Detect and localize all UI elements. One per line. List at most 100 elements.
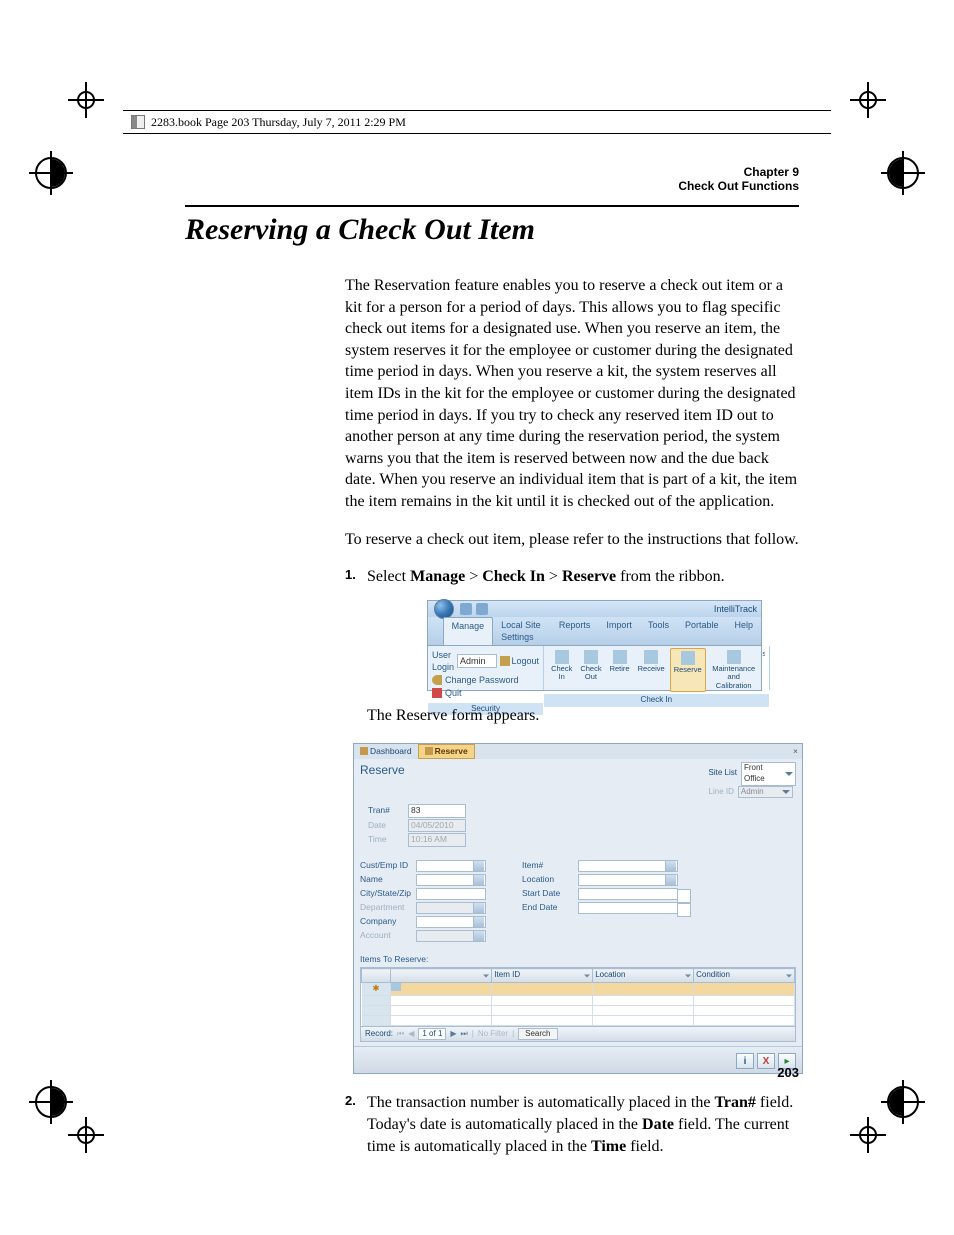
registration-mark-left-top: [28, 150, 74, 196]
book-icon: [131, 115, 145, 129]
department-input: [416, 902, 486, 914]
field-label: End Date: [522, 902, 578, 913]
maintenance-icon: [727, 650, 741, 664]
crop-mark-tl: [68, 82, 104, 118]
registration-mark-right-bottom: [880, 1079, 926, 1125]
name-input: [416, 874, 486, 886]
end-date-input: [578, 902, 678, 914]
ribbon-tab-manage: Manage: [443, 617, 494, 645]
step-item: 2. The transaction number is automatical…: [345, 1092, 799, 1157]
ribbon-group-label: Check In: [544, 694, 769, 707]
pager-filter: No Filter: [478, 1029, 508, 1040]
qat-undo-icon: [460, 603, 472, 615]
chapter-title: Check Out Functions: [678, 179, 799, 193]
dashboard-icon: [360, 747, 368, 755]
form-title: Reserve: [360, 762, 405, 798]
column-header: Item ID: [492, 969, 593, 983]
field-label: Department: [360, 902, 416, 913]
ribbon-tab: Import: [598, 617, 640, 645]
reserve-icon: [681, 651, 695, 665]
start-date-input: [578, 888, 678, 900]
page-number: 203: [777, 1065, 799, 1080]
pager-first-icon: ⏮: [397, 1029, 404, 1040]
ribbon-button-reserve: Reserve: [670, 648, 706, 692]
app-title: IntelliTrack: [714, 603, 757, 615]
app-orb-icon: [434, 599, 454, 619]
field-label: City/State/Zip: [360, 888, 416, 899]
step-item: 1. Select Manage > Check In > Reserve fr…: [345, 566, 799, 588]
tab-reserve: Reserve: [418, 744, 475, 759]
table-row: [362, 1015, 795, 1025]
tran-label: Tran#: [368, 805, 408, 816]
receive-icon: [644, 650, 658, 664]
line-id-label: Line ID: [709, 787, 734, 798]
body-paragraph: The Reserve form appears.: [367, 705, 799, 727]
table-row: [362, 1005, 795, 1015]
pager-next-icon: ▶: [450, 1029, 456, 1040]
print-header-text: 2283.book Page 203 Thursday, July 7, 201…: [151, 115, 406, 130]
ribbon-screenshot: IntelliTrack Manage Local Site Settings …: [427, 600, 762, 691]
table-row: [362, 995, 795, 1005]
city-state-zip-input: [416, 888, 486, 900]
check-out-icon: [584, 650, 598, 664]
step-number: 2.: [345, 1092, 367, 1157]
time-field: 10:16 AM: [408, 833, 466, 846]
date-field: 04/05/2010: [408, 819, 466, 832]
tran-field: 83: [408, 804, 466, 817]
ribbon-tab: Local Site Settings: [493, 617, 551, 645]
cancel-button: X: [757, 1053, 775, 1069]
field-label: Item#: [522, 860, 578, 871]
site-list-label: Site List: [709, 768, 737, 779]
ribbon-tab: Help: [726, 617, 761, 645]
chapter-number: Chapter 9: [678, 165, 799, 179]
info-button: i: [736, 1053, 754, 1069]
check-in-icon: [555, 650, 569, 664]
column-header: Condition: [694, 969, 795, 983]
close-icon: ×: [793, 746, 802, 757]
record-pager: Record: ⏮ ◀ 1 of 1 ▶ ⏭ | No Filter | Sea…: [360, 1027, 796, 1043]
pager-last-icon: ⏭: [461, 1029, 468, 1040]
company-input: [416, 916, 486, 928]
tab-dashboard: Dashboard: [354, 745, 418, 758]
key-icon: [432, 675, 442, 685]
ribbon-button: Is: [762, 648, 765, 692]
grid-title: Items To Reserve:: [354, 948, 802, 967]
ribbon-button: Receive: [635, 648, 668, 692]
pager-prev-icon: ◀: [408, 1029, 414, 1040]
field-label: Account: [360, 930, 416, 941]
registration-mark-right-top: [880, 150, 926, 196]
crop-mark-tr: [850, 82, 886, 118]
lock-icon: [500, 656, 510, 666]
close-icon: [432, 688, 442, 698]
pager-position: 1 of 1: [418, 1028, 446, 1041]
reserve-icon: [425, 747, 433, 755]
ribbon-button: Check In: [548, 648, 575, 692]
registration-mark-left-bottom: [28, 1079, 74, 1125]
ribbon-tab: Reports: [551, 617, 599, 645]
body-paragraph: The Reservation feature enables you to r…: [345, 275, 799, 513]
account-input: [416, 930, 486, 942]
ribbon-tab: Portable: [677, 617, 727, 645]
item-input: [578, 860, 678, 872]
reserve-form-screenshot: Dashboard Reserve × Reserve Site ListFro…: [353, 743, 803, 1075]
step-text: The transaction number is automatically …: [367, 1092, 799, 1157]
field-label: Company: [360, 916, 416, 927]
field-label: Start Date: [522, 888, 578, 899]
section-heading: Reserving a Check Out Item: [185, 205, 799, 247]
field-label: Cust/Emp ID: [360, 860, 416, 871]
table-row: ✱: [362, 983, 795, 995]
user-login-row: User Login Admin Logout: [432, 649, 539, 673]
step-text: Select Manage > Check In > Reserve from …: [367, 566, 799, 588]
step-number: 1.: [345, 566, 367, 588]
date-label: Date: [368, 820, 408, 831]
cust-emp-id-input: [416, 860, 486, 872]
cell-icon: [391, 983, 401, 991]
ribbon-button: Retire: [607, 648, 633, 692]
items-grid: Item ID Location Condition ✱: [360, 967, 796, 1026]
field-label: Name: [360, 874, 416, 885]
ribbon-tab: Tools: [640, 617, 677, 645]
print-header: 2283.book Page 203 Thursday, July 7, 201…: [123, 110, 831, 134]
running-header: Chapter 9 Check Out Functions: [678, 165, 799, 193]
change-password-link: Change Password: [432, 674, 539, 686]
location-input: [578, 874, 678, 886]
